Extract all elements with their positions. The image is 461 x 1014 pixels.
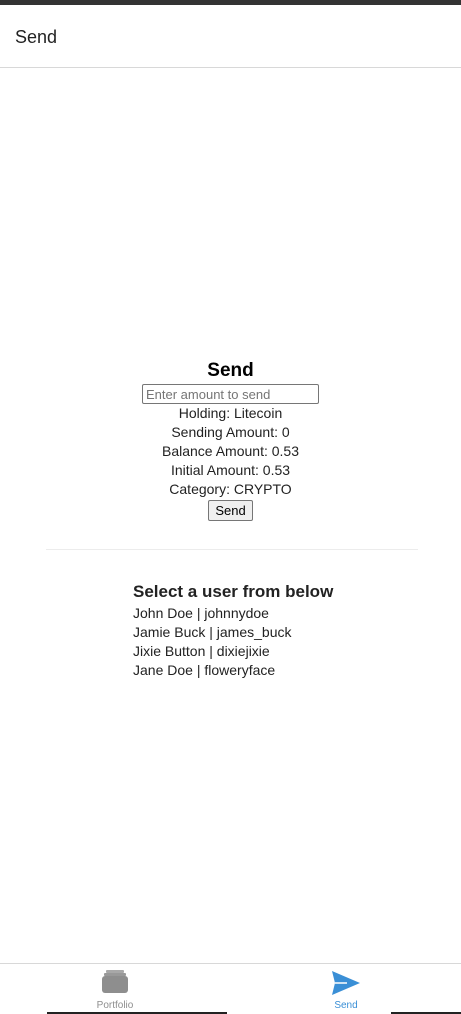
user-item-johnnydoe[interactable]: John Doe | johnnydoe [133,604,333,623]
page-title: Send [15,27,58,47]
amount-input[interactable] [142,384,319,404]
tab-portfolio-label: Portfolio [96,1000,134,1011]
section-divider [46,549,418,550]
balance-amount-text: Balance Amount: 0.53 [162,443,299,459]
portfolio-icon [101,970,129,999]
send-button[interactable]: Send [208,500,253,521]
category-text: Category: CRYPTO [169,481,292,497]
send-icon [331,970,361,1001]
tab-portfolio[interactable]: Portfolio [0,964,230,1014]
initial-amount-text: Initial Amount: 0.53 [170,462,291,478]
user-item-dixiejixie[interactable]: Jixie Button | dixiejixie [133,642,333,661]
tab-send-label: Send [334,1000,358,1011]
send-heading: Send [207,360,254,381]
user-selection-list: Select a user from below John Doe | john… [133,581,333,680]
app-header: Send [0,5,461,68]
user-list-heading: Select a user from below [133,582,334,601]
holding-text: Holding: Litecoin [178,405,283,421]
tab-send[interactable]: Send [231,964,461,1014]
send-panel: Send Holding: Litecoin Sending Amount: 0… [0,358,461,521]
user-item-james-buck[interactable]: Jamie Buck | james_buck [133,623,333,642]
bottom-tab-bar: Portfolio Send [0,963,461,1014]
sending-amount-text: Sending Amount: 0 [171,424,290,440]
user-item-floweryface[interactable]: Jane Doe | floweryface [133,661,333,680]
